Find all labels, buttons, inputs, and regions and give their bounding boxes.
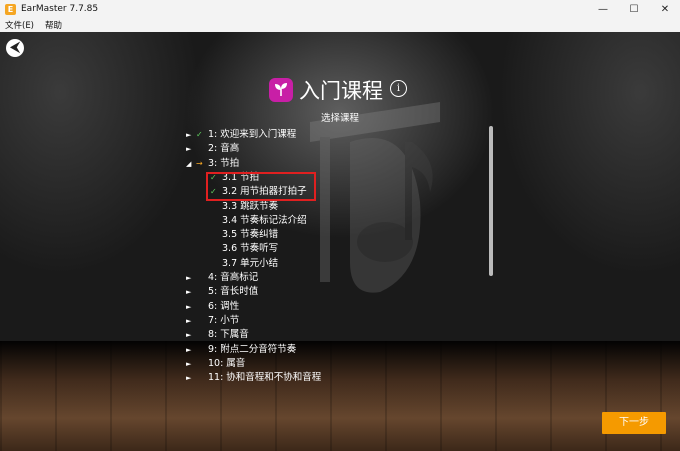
lesson-label: 8: 下属音 <box>208 329 249 341</box>
course-logo-icon <box>269 78 293 102</box>
close-button[interactable]: ✕ <box>650 0 680 18</box>
collapse-arrow-icon[interactable]: ◢ <box>186 157 194 171</box>
lesson-label: 10: 属音 <box>208 357 246 369</box>
annotation-highlight-box <box>206 172 316 201</box>
lesson-label: 6: 调性 <box>208 300 240 312</box>
menu-bar: 文件(E) 帮助 <box>0 18 680 32</box>
completed-check-icon: ✓ <box>196 130 203 139</box>
lesson-label: 5: 音长时值 <box>208 286 259 298</box>
page-title: 入门课程 <box>299 79 383 103</box>
expand-arrow-icon[interactable]: ► <box>186 271 194 285</box>
page-subtitle: 选择课程 <box>320 113 359 124</box>
menu-file[interactable]: 文件(E) <box>5 19 34 31</box>
lesson-stage: ⮜ 入门课程 i 选择课程 ► ✓ 1: 欢迎来到入门课程 ► 2: 音高 ◢ → 3: 节拍… <box>0 32 680 451</box>
window-title: EarMaster 7.7.85 <box>21 4 99 14</box>
expand-arrow-icon[interactable]: ► <box>186 128 194 142</box>
lesson-label: 3.6 节奏听写 <box>222 243 279 255</box>
minimize-button[interactable]: — <box>588 0 618 18</box>
expand-arrow-icon[interactable]: ► <box>186 328 194 342</box>
expand-arrow-icon[interactable]: ► <box>186 357 194 371</box>
lesson-list: ► ✓ 1: 欢迎来到入门课程 ► 2: 音高 ◢ → 3: 节拍 ✓ 3.1 节拍 ✓ 3.2 用节… <box>182 125 497 415</box>
lesson-label: 4: 音高标记 <box>208 272 259 283</box>
lesson-label: 3: 节拍 <box>208 157 240 169</box>
app-logo-icon: E <box>5 3 16 15</box>
lesson-label: 3.4 节奏标记法介绍 <box>222 214 307 226</box>
lesson-label: 9: 附点二分音符节奏 <box>208 343 297 355</box>
expand-arrow-icon[interactable]: ► <box>186 285 194 299</box>
next-button[interactable]: 下一步 <box>602 412 666 434</box>
maximize-button[interactable]: ☐ <box>619 0 649 18</box>
lesson-label: 2: 音高 <box>208 143 240 155</box>
back-button[interactable]: ⮜ <box>6 39 24 57</box>
in-progress-arrow-icon: → <box>196 158 203 168</box>
lesson-label: 7: 小节 <box>208 314 240 326</box>
lesson-label: 3.5 节奏纠错 <box>222 229 279 241</box>
menu-help[interactable]: 帮助 <box>45 19 62 31</box>
expand-arrow-icon[interactable]: ► <box>186 343 194 357</box>
expand-arrow-icon[interactable]: ► <box>186 371 194 385</box>
expand-arrow-icon[interactable]: ► <box>186 142 194 156</box>
scrollbar[interactable] <box>489 126 493 276</box>
lesson-label: 3.7 单元小结 <box>222 257 279 269</box>
lesson-label: 3.3 跳跃节奏 <box>222 200 279 212</box>
expand-arrow-icon[interactable]: ► <box>186 314 194 328</box>
lesson-label: 1: 欢迎来到入门课程 <box>208 129 297 140</box>
expand-arrow-icon[interactable]: ► <box>186 300 194 314</box>
info-icon[interactable]: i <box>390 80 407 97</box>
lesson-label: 11: 协和音程和不协和音程 <box>208 372 322 384</box>
window-titlebar: E EarMaster 7.7.85 — ☐ ✕ <box>0 0 680 18</box>
